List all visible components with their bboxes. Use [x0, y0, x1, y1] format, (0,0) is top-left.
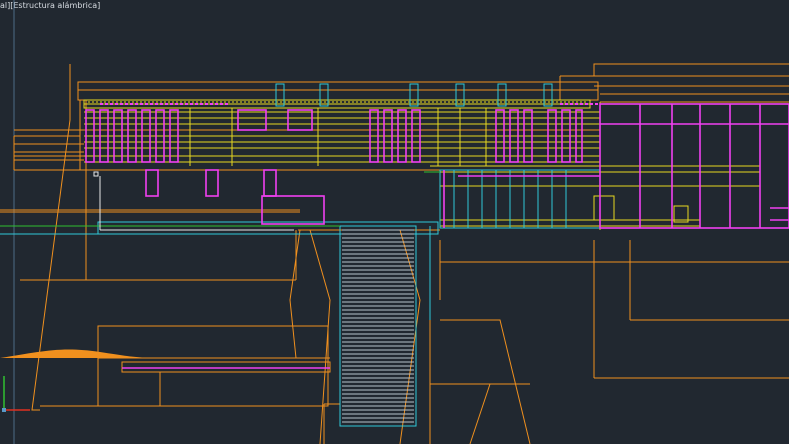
drawing-viewport[interactable]: al][Estructura alámbrica]	[0, 0, 789, 444]
stair-treads	[342, 229, 414, 423]
ucs-axis-icon	[2, 376, 30, 412]
wireframe-drawing[interactable]	[0, 0, 789, 444]
terrain-shape	[0, 349, 150, 358]
green-wireframe-layer	[0, 171, 440, 227]
